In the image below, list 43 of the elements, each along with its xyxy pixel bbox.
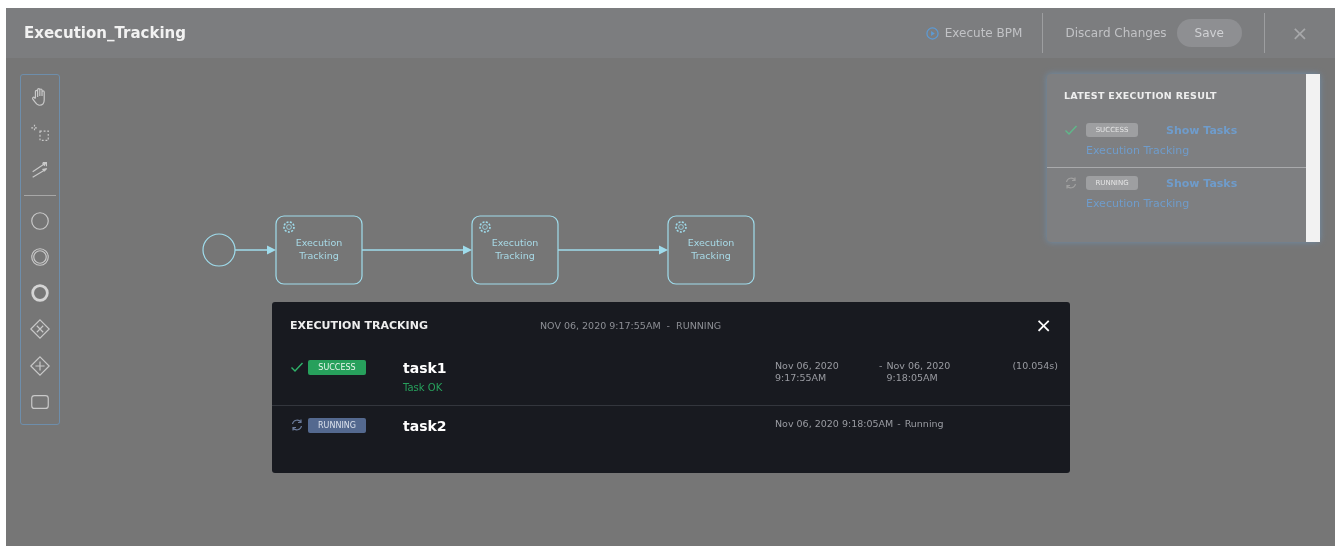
execution-link[interactable]: Execution Tracking [1086, 144, 1296, 157]
flow-arrow[interactable] [234, 245, 276, 255]
diamond-x-icon[interactable] [29, 318, 51, 341]
execution-link[interactable]: Execution Tracking [1086, 197, 1296, 210]
task-name: task2 [403, 418, 448, 434]
execution-summary: NOV 06, 2020 9:17:55AM - RUNNING [540, 319, 723, 331]
task-node[interactable]: Execution Tracking [471, 215, 559, 285]
status-badge: SUCCESS [308, 360, 366, 375]
close-button[interactable]: × [1035, 313, 1052, 337]
execute-button[interactable]: Execute BPM [925, 26, 1043, 40]
close-button[interactable]: × [1265, 21, 1335, 45]
refresh-icon [290, 418, 304, 432]
start-time: Nov 06, 2020 9:17:55AM [775, 360, 840, 384]
diamond-plus-icon[interactable] [29, 354, 51, 377]
double-circle-icon[interactable] [29, 246, 51, 269]
discard-button[interactable]: Discard Changes [1043, 26, 1177, 40]
task-node[interactable]: Execution Tracking [275, 215, 363, 285]
check-icon [290, 360, 304, 374]
dash: - [879, 360, 883, 373]
task-node[interactable]: Execution Tracking [667, 215, 755, 285]
dialog-title: EXECUTION TRACKING [290, 318, 429, 332]
window-title: Execution_Tracking [24, 24, 187, 42]
show-tasks-link[interactable]: Show Tasks [1166, 176, 1238, 190]
start-event[interactable] [202, 233, 236, 267]
status-note: Running [904, 418, 944, 429]
start-time: Nov 06, 2020 9:18:05AM [775, 418, 894, 429]
status-badge: RUNNING [308, 418, 366, 433]
panel-title: LATEST EXECUTION RESULT [1063, 89, 1218, 103]
end-time: Nov 06, 2020 9:18:05AM [886, 360, 952, 384]
save-button[interactable]: Save [1176, 19, 1242, 47]
flow-arrow[interactable] [557, 245, 668, 255]
duration: (10.054s) [1011, 360, 1058, 371]
play-icon [925, 26, 939, 40]
dash: - [897, 418, 901, 429]
thick-circle-icon[interactable] [29, 282, 51, 305]
circle-icon[interactable] [29, 209, 51, 232]
flow-arrow[interactable] [361, 245, 472, 255]
refresh-icon [1064, 176, 1078, 190]
task-message: Task OK [403, 382, 444, 393]
check-icon [1064, 123, 1078, 137]
show-tasks-link[interactable]: Show Tasks [1166, 123, 1238, 137]
scrollbar[interactable] [1306, 74, 1320, 242]
task-name: task1 [403, 360, 448, 376]
